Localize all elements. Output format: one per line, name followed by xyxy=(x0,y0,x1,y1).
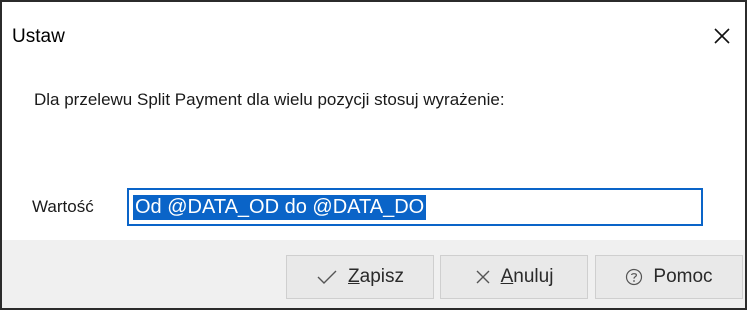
cancel-button[interactable]: Anuluj xyxy=(440,255,588,299)
save-button-label: Zapisz xyxy=(348,266,404,287)
cancel-button-label: Anuluj xyxy=(500,266,554,287)
value-label: Wartość xyxy=(32,197,94,216)
value-input-text: Od @DATA_OD do @DATA_DO xyxy=(133,194,427,220)
title-bar: Ustaw xyxy=(2,2,745,66)
save-button[interactable]: Zapisz xyxy=(286,255,434,299)
close-button[interactable] xyxy=(699,16,745,56)
help-button[interactable]: Pomoc xyxy=(595,255,743,299)
dialog-title: Ustaw xyxy=(12,26,65,47)
dialog-window: Ustaw Dla przelewu Split Payment dla wie… xyxy=(0,0,747,310)
x-icon xyxy=(475,269,491,285)
button-bar: Zapisz Anuluj Pomoc xyxy=(2,240,745,308)
checkmark-icon xyxy=(316,269,338,285)
close-icon xyxy=(714,28,730,44)
help-button-label: Pomoc xyxy=(653,266,713,287)
value-input[interactable]: Od @DATA_OD do @DATA_DO xyxy=(127,188,703,226)
prompt-text: Dla przelewu Split Payment dla wielu poz… xyxy=(34,90,505,109)
help-circle-icon xyxy=(625,268,643,286)
